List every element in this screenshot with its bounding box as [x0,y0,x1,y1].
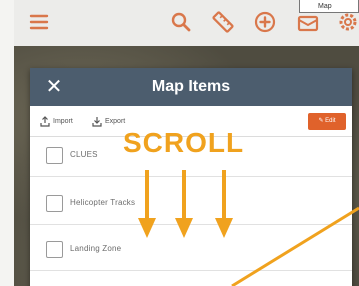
pointer-line [231,206,359,286]
scroll-arrowhead [175,218,193,238]
scroll-arrowhead [138,218,156,238]
screenshot-stage: Map Map Items ✕ Import Export ✎ Edit CLU… [0,0,359,286]
annotation-arrows [138,170,359,286]
scroll-arrowhead [215,218,233,238]
